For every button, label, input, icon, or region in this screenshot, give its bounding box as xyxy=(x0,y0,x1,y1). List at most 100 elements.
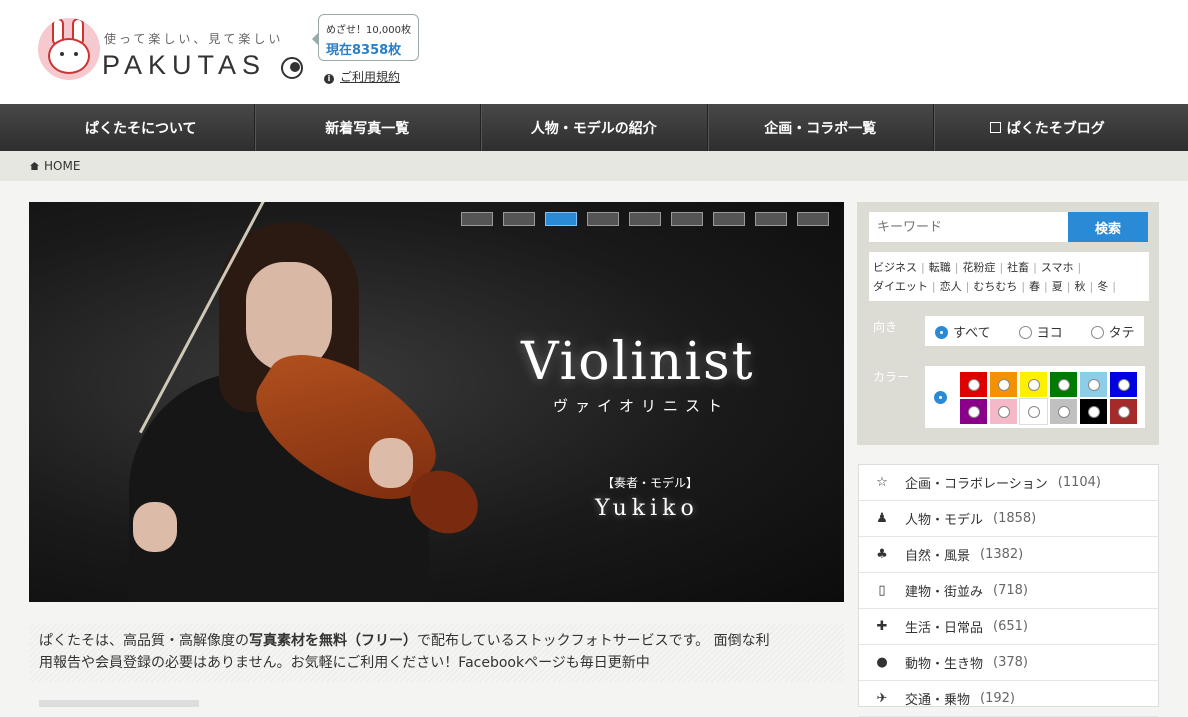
tag-link[interactable]: むちむち xyxy=(973,280,1017,293)
tag-link[interactable]: 秋 xyxy=(1074,280,1085,293)
radio-icon[interactable] xyxy=(997,405,1010,418)
radio-icon[interactable] xyxy=(967,378,980,391)
category-item[interactable]: ♟ 人物・モデル (1858) xyxy=(859,501,1158,537)
search-input[interactable] xyxy=(869,212,1068,242)
radio-icon[interactable] xyxy=(1018,325,1032,339)
site-logo-text[interactable]: PAKUTAS xyxy=(102,50,266,81)
nav-item-blog[interactable]: ぱくたそブログ xyxy=(934,104,1161,151)
color-swatch[interactable] xyxy=(990,399,1017,424)
nav-item-new-photos[interactable]: 新着写真一覧 xyxy=(255,104,481,151)
logo-o-icon xyxy=(281,57,303,79)
color-swatch[interactable] xyxy=(1080,399,1107,424)
category-item[interactable]: ● 動物・生き物 (378) xyxy=(859,645,1158,681)
orientation-option-portrait[interactable]: タテ xyxy=(1090,322,1135,341)
radio-icon[interactable] xyxy=(1057,378,1070,391)
tag-link[interactable]: ダイエット xyxy=(873,280,928,293)
tag-separator: | xyxy=(954,261,959,274)
nav-item-label: ぱくたそブログ xyxy=(1006,120,1105,137)
tag-link[interactable]: 転職 xyxy=(929,261,951,274)
orientation-option-all[interactable]: すべて xyxy=(935,322,991,341)
nav-item-label: 新着写真一覧 xyxy=(325,120,410,137)
slider-dot[interactable] xyxy=(755,212,787,226)
puzzle-icon: ✚ xyxy=(876,619,888,634)
tag-separator: | xyxy=(1021,280,1026,293)
tag-link[interactable]: 冬 xyxy=(1097,280,1108,293)
color-swatch[interactable] xyxy=(1020,372,1047,397)
category-item[interactable]: ✈ 交通・乗物 (192) xyxy=(859,681,1158,717)
breadcrumb-home[interactable]: HOME xyxy=(44,159,80,173)
radio-icon[interactable] xyxy=(1090,325,1104,339)
category-count: (1858) xyxy=(993,511,1037,526)
orientation-filter: 向き すべて ヨコ タテ xyxy=(869,312,1149,350)
color-swatch[interactable] xyxy=(1019,398,1048,425)
radio-icon[interactable] xyxy=(1087,405,1100,418)
radio-icon[interactable] xyxy=(935,325,948,339)
tag-separator: | xyxy=(931,280,936,293)
radio-icon[interactable] xyxy=(1117,378,1130,391)
nav-item-models[interactable]: 人物・モデルの紹介 xyxy=(481,104,708,151)
intro-text-2: で配布しているストックフォトサービスです。 面倒な利 xyxy=(417,633,770,649)
category-item[interactable]: ☆ 企画・コラボレーション (1104) xyxy=(859,465,1158,501)
category-item[interactable]: ♣ 自然・風景 (1382) xyxy=(859,537,1158,573)
color-swatch[interactable] xyxy=(1110,372,1137,397)
nav-item-label: ぱくたそについて xyxy=(84,120,197,137)
slider-dot[interactable] xyxy=(545,212,577,226)
tag-link[interactable]: 恋人 xyxy=(940,280,962,293)
site-intro: ぱくたそは、高品質・高解像度の写真素材を無料（フリー）で配布しているストックフォ… xyxy=(29,624,844,682)
color-swatch[interactable] xyxy=(960,399,987,424)
radio-icon[interactable] xyxy=(1087,378,1100,391)
category-item[interactable]: ▯ 建物・街並み (718) xyxy=(859,573,1158,609)
tag-separator: | xyxy=(921,261,925,274)
color-swatch[interactable] xyxy=(990,372,1017,397)
hero-slider[interactable]: Violinist ヴァイオリニスト 【奏者・モデル】 Yukiko xyxy=(29,202,844,602)
intro-text-1: ぱくたそは、高品質・高解像度の xyxy=(39,633,249,649)
terms-link[interactable]: i ご利用規約 xyxy=(324,68,400,85)
slider-dot[interactable] xyxy=(713,212,745,226)
popular-tags: ビジネス | 転職 | 花粉症 | 社畜 | スマホ |ダイエット | 恋人 | むちむち | 春 | 夏 | 秋 | 冬… xyxy=(869,252,1149,301)
slider-dot[interactable] xyxy=(629,212,661,226)
radio-icon[interactable] xyxy=(1057,405,1070,418)
main-nav: ぱくたそについて 新着写真一覧 人物・モデルの紹介 企画・コラボ一覧 ぱくたそブ… xyxy=(0,104,1188,151)
color-filter xyxy=(925,366,1145,428)
slider-dot[interactable] xyxy=(587,212,619,226)
counter-goal: めざせ！10,000枚 xyxy=(326,25,411,36)
slider-dot[interactable] xyxy=(461,212,493,226)
slider-dot[interactable] xyxy=(797,212,829,226)
tag-link[interactable]: スマホ xyxy=(1041,261,1074,274)
color-swatch[interactable] xyxy=(1050,399,1077,424)
nav-item-collabs[interactable]: 企画・コラボ一覧 xyxy=(708,104,934,151)
color-all-radio[interactable] xyxy=(934,391,947,404)
color-swatch[interactable] xyxy=(1080,372,1107,397)
color-swatch[interactable] xyxy=(1050,372,1077,397)
tag-link[interactable]: 春 xyxy=(1029,280,1040,293)
color-swatch[interactable] xyxy=(1110,399,1137,424)
hero-title: Violinist xyxy=(521,332,755,392)
search-button[interactable]: 検索 xyxy=(1068,212,1148,242)
radio-icon[interactable] xyxy=(1027,405,1040,418)
tag-link[interactable]: 夏 xyxy=(1052,280,1063,293)
tag-link[interactable]: 社畜 xyxy=(1007,261,1029,274)
tag-separator: | xyxy=(1077,261,1082,274)
tag-link[interactable]: ビジネス xyxy=(873,261,917,274)
orientation-option-label: ヨコ xyxy=(1036,325,1063,341)
terms-link-label[interactable]: ご利用規約 xyxy=(340,70,400,84)
slider-dot[interactable] xyxy=(671,212,703,226)
radio-icon[interactable] xyxy=(1027,378,1040,391)
photo-hand-right xyxy=(369,438,413,488)
orientation-option-landscape[interactable]: ヨコ xyxy=(1018,322,1063,341)
tag-separator: | xyxy=(1044,280,1048,293)
tag-separator: | xyxy=(1089,280,1094,293)
nav-item-about[interactable]: ぱくたそについて xyxy=(28,104,255,151)
category-item[interactable]: ✚ 生活・日常品 (651) xyxy=(859,609,1158,645)
radio-icon[interactable] xyxy=(997,378,1010,391)
counter-now: 現在8358枚 xyxy=(326,43,402,58)
category-count: (192) xyxy=(980,691,1015,706)
slider-dot[interactable] xyxy=(503,212,535,226)
rabbit-logo-icon[interactable] xyxy=(38,18,100,80)
radio-icon[interactable] xyxy=(967,405,980,418)
category-label: 自然・風景 xyxy=(905,549,971,564)
tag-link[interactable]: 花粉症 xyxy=(962,261,995,274)
radio-icon[interactable] xyxy=(1117,405,1130,418)
color-swatch[interactable] xyxy=(960,372,987,397)
site-header: 使って楽しい、見て楽しい PAKUTAS めざせ！10,000枚 現在8358枚… xyxy=(0,0,1188,104)
